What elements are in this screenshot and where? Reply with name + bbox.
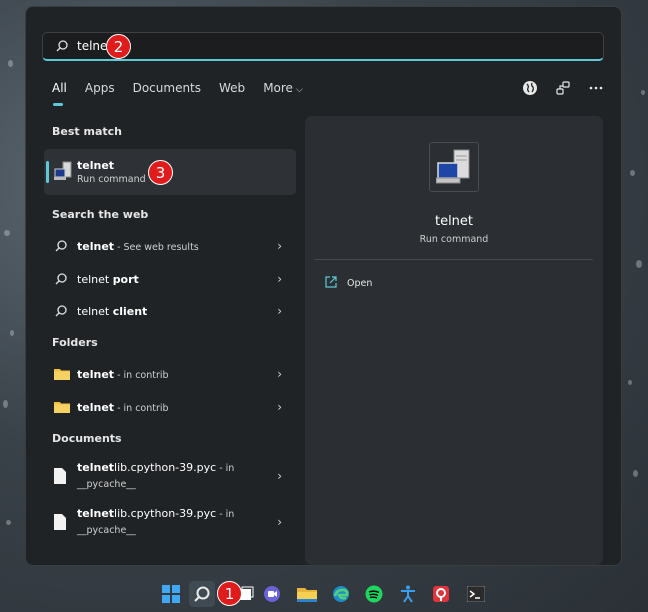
folder-result-bold: telnet: [77, 400, 115, 414]
computer-icon: [429, 142, 479, 192]
chevron-right-icon: ›: [277, 239, 282, 253]
folder-icon: [54, 369, 70, 380]
step-badge-3: 3: [148, 160, 173, 185]
folder-result-row[interactable]: telnet - in contrib ›: [44, 360, 296, 388]
document-name-bold: telnet: [77, 507, 115, 520]
folder-result-row[interactable]: telnet - in contrib ›: [44, 393, 296, 421]
web-result-bold: telnet: [77, 239, 115, 253]
edge-browser-icon[interactable]: [328, 581, 354, 607]
web-result-row[interactable]: telnet - See web results ›: [44, 232, 296, 260]
web-result-bold: port: [112, 272, 139, 286]
web-result-prefix: telnet: [77, 304, 113, 318]
preview-app-type: Run command: [419, 234, 489, 245]
chevron-right-icon: ›: [277, 272, 282, 286]
folder-result-label: telnet - in contrib: [77, 368, 169, 381]
document-result-row[interactable]: telnetlib.cpython-39.pyc - in __pycache__…: [44, 501, 296, 543]
folder-icon: [54, 402, 70, 413]
globe-icon[interactable]: [521, 79, 539, 97]
tab-more-label: More: [263, 81, 293, 95]
preview-app-name: telnet: [434, 214, 474, 229]
web-result-label: telnet port: [77, 273, 139, 286]
snipping-tool-icon[interactable]: [428, 581, 454, 607]
tab-all[interactable]: All: [52, 81, 67, 106]
terminal-icon[interactable]: [463, 581, 489, 607]
web-result-bold: client: [112, 304, 148, 318]
open-action-label: Open: [347, 278, 373, 289]
document-result-label: telnetlib.cpython-39.pyc - in __pycache__: [77, 460, 234, 492]
chevron-right-icon: ›: [277, 400, 282, 414]
computer-icon: [54, 161, 72, 185]
tab-apps[interactable]: Apps: [85, 81, 115, 95]
windows-start-icon[interactable]: [158, 581, 184, 607]
search-web-heading: Search the web: [52, 208, 149, 221]
document-folder: __pycache__: [77, 525, 136, 536]
file-explorer-icon[interactable]: [294, 581, 320, 607]
search-icon: [55, 273, 67, 285]
chevron-right-icon: ›: [277, 304, 282, 318]
tab-web[interactable]: Web: [219, 81, 245, 95]
folder-result-location: - in contrib: [114, 369, 169, 381]
start-search-panel: telnet 2 All Apps Documents Web More ⌵ Be…: [25, 6, 622, 566]
web-result-rest: - See web results: [114, 241, 199, 253]
document-name-rest: lib.cpython-39.pyc: [114, 507, 217, 520]
taskbar: [0, 574, 648, 612]
more-options-icon[interactable]: [587, 79, 605, 97]
chevron-right-icon: ›: [277, 469, 282, 483]
accessibility-icon[interactable]: [395, 581, 421, 607]
search-icon: [55, 240, 67, 252]
best-match-type: Run command: [77, 174, 146, 185]
web-result-prefix: telnet: [77, 272, 113, 286]
search-icon: [56, 40, 68, 52]
divider: [315, 259, 593, 260]
chat-icon[interactable]: [259, 581, 285, 607]
document-location: - in: [216, 463, 235, 474]
document-location: - in: [216, 509, 235, 520]
header-actions: [521, 79, 605, 97]
search-icon: [55, 305, 67, 317]
search-taskbar-icon[interactable]: [189, 581, 215, 607]
document-result-label: telnetlib.cpython-39.pyc - in __pycache__: [77, 506, 234, 538]
preview-pane: telnet Run command Open: [305, 116, 603, 565]
documents-heading: Documents: [52, 432, 122, 445]
web-result-row[interactable]: telnet client ›: [44, 297, 296, 325]
document-result-row[interactable]: telnetlib.cpython-39.pyc - in __pycache__…: [44, 455, 296, 497]
filter-tabs: All Apps Documents Web More ⌵: [52, 81, 321, 106]
folders-heading: Folders: [52, 336, 98, 349]
file-icon: [54, 468, 66, 484]
chevron-right-icon: ›: [277, 515, 282, 529]
best-match-heading: Best match: [52, 125, 122, 138]
connected-accounts-icon[interactable]: [554, 79, 572, 97]
folder-result-location: - in contrib: [114, 402, 169, 414]
best-match-name: telnet: [77, 159, 115, 172]
open-action[interactable]: Open: [325, 276, 372, 291]
document-name-bold: telnet: [77, 461, 115, 474]
spotify-icon[interactable]: [361, 581, 387, 607]
chevron-right-icon: ›: [277, 367, 282, 381]
chevron-down-icon: ⌵: [295, 85, 303, 95]
step-badge-1: 1: [217, 581, 242, 606]
folder-result-bold: telnet: [77, 367, 115, 381]
web-result-label: telnet - See web results: [77, 240, 199, 253]
selection-indicator: [46, 161, 49, 183]
file-icon: [54, 514, 66, 530]
document-name-rest: lib.cpython-39.pyc: [114, 461, 217, 474]
step-badge-2: 2: [106, 34, 131, 59]
web-result-row[interactable]: telnet port ›: [44, 265, 296, 293]
open-external-icon: [325, 276, 337, 291]
web-result-label: telnet client: [77, 305, 147, 318]
document-folder: __pycache__: [77, 479, 136, 490]
tab-documents[interactable]: Documents: [133, 81, 201, 95]
folder-result-label: telnet - in contrib: [77, 401, 169, 414]
tab-more[interactable]: More ⌵: [263, 81, 303, 95]
